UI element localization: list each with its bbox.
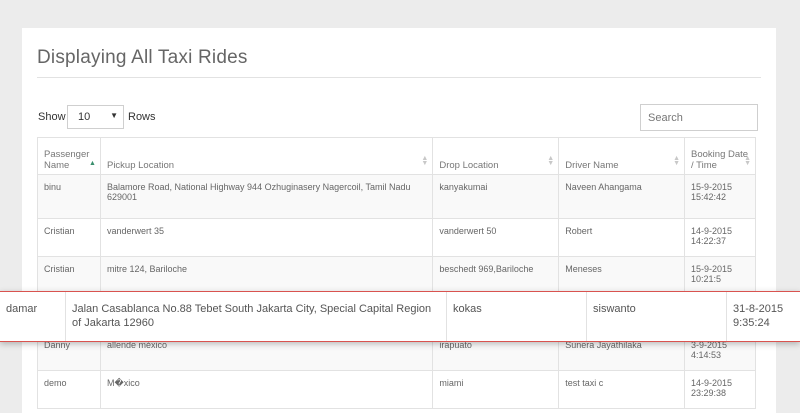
rides-table: Passenger Name ▲ Pickup Location ▲ ▼ Drop L… bbox=[37, 137, 756, 409]
driver-cell: Naveen Ahangama bbox=[558, 174, 686, 219]
table-row[interactable]: binu Balamore Road, National Highway 944… bbox=[37, 174, 756, 219]
booking-cell: 15-9-2015 10:21:5 bbox=[684, 256, 756, 295]
search-input[interactable]: Search bbox=[640, 104, 758, 131]
booking-time: 4:14:53 bbox=[691, 350, 722, 360]
booking-cell: 15-9-2015 15:42:42 bbox=[684, 174, 756, 219]
passenger-cell: Cristian bbox=[37, 256, 101, 295]
column-header-pickup[interactable]: Pickup Location ▲ ▼ bbox=[99, 137, 434, 175]
driver-cell: siswanto bbox=[587, 292, 727, 341]
sort-icon: ▲ ▼ bbox=[547, 155, 555, 167]
drop-cell: kanyakumai bbox=[432, 174, 560, 219]
table-row[interactable]: Cristian vanderwert 35 vanderwert 50 Rob… bbox=[37, 218, 756, 257]
drop-cell: vanderwert 50 bbox=[432, 218, 560, 257]
chevron-down-icon: ▼ bbox=[110, 111, 118, 120]
sort-icon: ▲ ▼ bbox=[744, 155, 751, 167]
table-row[interactable]: demo M�xico miami test taxi c 14-9-2015 2… bbox=[37, 370, 756, 409]
table-row[interactable]: Cristian mitre 124, Bariloche beschedt 9… bbox=[37, 256, 756, 295]
pickup-cell: vanderwert 35 bbox=[99, 218, 434, 257]
booking-date: 14-9-2015 bbox=[691, 378, 733, 388]
booking-time: 15:42:42 bbox=[691, 192, 727, 202]
drop-cell: beschedt 969,Bariloche bbox=[432, 256, 560, 295]
column-header-label: Booking Date / Time bbox=[691, 149, 749, 171]
column-header-label: Driver Name bbox=[565, 160, 619, 171]
pickup-cell: M�xico bbox=[99, 370, 434, 409]
title-divider bbox=[37, 77, 761, 78]
rows-per-page-select[interactable]: 10 ▼ bbox=[67, 105, 124, 129]
drop-cell: kokas bbox=[447, 292, 587, 341]
page-title: Displaying All Taxi Rides bbox=[37, 47, 248, 68]
show-label: Show bbox=[38, 111, 66, 123]
passenger-cell: Cristian bbox=[37, 218, 101, 257]
driver-cell: Robert bbox=[558, 218, 686, 257]
rows-per-page-value: 10 bbox=[78, 111, 91, 123]
pickup-cell: Jalan Casablanca No.88 Tebet South Jakar… bbox=[66, 292, 447, 341]
sort-icon: ▲ ▼ bbox=[673, 155, 681, 167]
booking-date: 14-9-2015 bbox=[691, 226, 733, 236]
booking-date: 15-9-2015 bbox=[691, 182, 733, 192]
booking-time: 14:22:37 bbox=[691, 236, 727, 246]
column-header-passenger[interactable]: Passenger Name ▲ bbox=[37, 137, 101, 175]
column-header-label: Pickup Location bbox=[106, 160, 175, 171]
passenger-cell: damar bbox=[0, 292, 66, 341]
booking-cell: 31-8-2015 9:35:24 bbox=[727, 292, 800, 341]
table-header-row: Passenger Name ▲ Pickup Location ▲ ▼ Drop L… bbox=[37, 137, 756, 175]
highlighted-row[interactable]: damar Jalan Casablanca No.88 Tebet South… bbox=[0, 291, 800, 342]
pickup-cell: Balamore Road, National Highway 944 Ozhu… bbox=[99, 174, 434, 219]
rows-label: Rows bbox=[128, 111, 156, 123]
pickup-cell: mitre 124, Bariloche bbox=[99, 256, 434, 295]
booking-date: 15-9-2015 bbox=[691, 264, 733, 274]
booking-time: 10:21:5 bbox=[691, 274, 722, 284]
column-header-drop[interactable]: Drop Location ▲ ▼ bbox=[432, 137, 560, 175]
sort-ascending-icon: ▲ bbox=[89, 160, 96, 167]
booking-cell: 14-9-2015 14:22:37 bbox=[684, 218, 756, 257]
rides-panel: Displaying All Taxi Rides Show 10 ▼ Rows… bbox=[22, 28, 776, 413]
booking-cell: 14-9-2015 23:29:38 bbox=[684, 370, 756, 409]
booking-time: 9:35:24 bbox=[733, 317, 770, 329]
drop-cell: miami bbox=[432, 370, 560, 409]
booking-date: 31-8-2015 bbox=[733, 303, 784, 315]
driver-cell: Meneses bbox=[558, 256, 686, 295]
sort-icon: ▲ ▼ bbox=[421, 155, 429, 167]
column-header-driver[interactable]: Driver Name ▲ ▼ bbox=[558, 137, 686, 175]
passenger-cell: binu bbox=[37, 174, 101, 219]
column-header-label: Drop Location bbox=[439, 160, 499, 171]
column-header-booking[interactable]: Booking Date / Time ▲ ▼ bbox=[684, 137, 756, 175]
passenger-cell: demo bbox=[37, 370, 101, 409]
column-header-label: Passenger Name bbox=[44, 149, 90, 171]
driver-cell: test taxi c bbox=[558, 370, 686, 409]
booking-time: 23:29:38 bbox=[691, 388, 727, 398]
